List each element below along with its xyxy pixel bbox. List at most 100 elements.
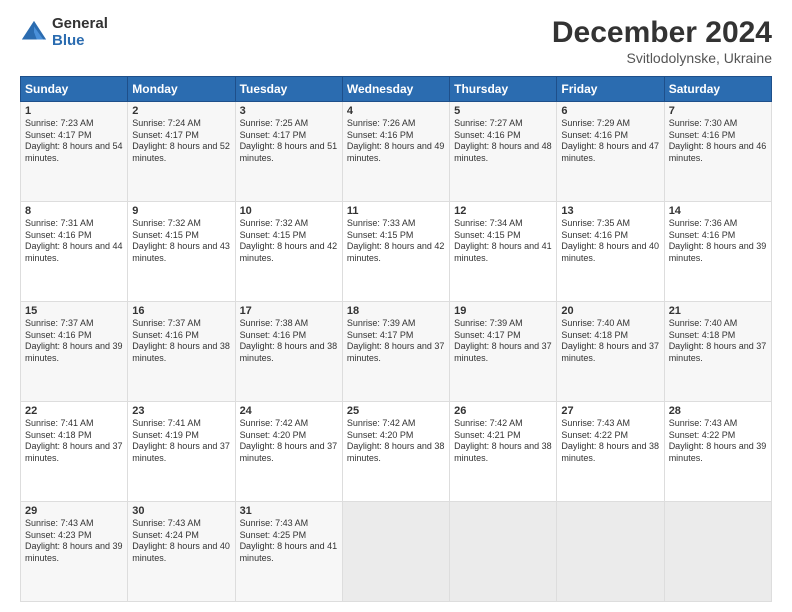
cell-info: Sunrise: 7:25 AMSunset: 4:17 PMDaylight:… [240, 118, 338, 163]
column-header-friday: Friday [557, 77, 664, 102]
day-number: 22 [25, 405, 123, 417]
cell-info: Sunrise: 7:34 AMSunset: 4:15 PMDaylight:… [454, 218, 552, 263]
calendar-cell: 22Sunrise: 7:41 AMSunset: 4:18 PMDayligh… [21, 402, 128, 502]
calendar-cell: 12Sunrise: 7:34 AMSunset: 4:15 PMDayligh… [450, 202, 557, 302]
calendar-cell: 2Sunrise: 7:24 AMSunset: 4:17 PMDaylight… [128, 102, 235, 202]
calendar-cell: 14Sunrise: 7:36 AMSunset: 4:16 PMDayligh… [664, 202, 771, 302]
calendar-cell: 4Sunrise: 7:26 AMSunset: 4:16 PMDaylight… [342, 102, 449, 202]
calendar-cell [450, 502, 557, 602]
calendar-cell: 11Sunrise: 7:33 AMSunset: 4:15 PMDayligh… [342, 202, 449, 302]
cell-info: Sunrise: 7:33 AMSunset: 4:15 PMDaylight:… [347, 218, 445, 263]
calendar-cell: 15Sunrise: 7:37 AMSunset: 4:16 PMDayligh… [21, 302, 128, 402]
calendar-cell: 6Sunrise: 7:29 AMSunset: 4:16 PMDaylight… [557, 102, 664, 202]
calendar-cell: 13Sunrise: 7:35 AMSunset: 4:16 PMDayligh… [557, 202, 664, 302]
day-number: 21 [669, 305, 767, 317]
cell-info: Sunrise: 7:23 AMSunset: 4:17 PMDaylight:… [25, 118, 123, 163]
column-header-sunday: Sunday [21, 77, 128, 102]
cell-info: Sunrise: 7:36 AMSunset: 4:16 PMDaylight:… [669, 218, 767, 263]
calendar-cell: 10Sunrise: 7:32 AMSunset: 4:15 PMDayligh… [235, 202, 342, 302]
cell-info: Sunrise: 7:42 AMSunset: 4:20 PMDaylight:… [240, 418, 338, 463]
day-number: 8 [25, 205, 123, 217]
logo-general-label: General [52, 16, 108, 33]
calendar-cell [557, 502, 664, 602]
calendar-cell [664, 502, 771, 602]
location-subtitle: Svitlodolynske, Ukraine [552, 50, 772, 66]
calendar-cell: 8Sunrise: 7:31 AMSunset: 4:16 PMDaylight… [21, 202, 128, 302]
calendar-cell: 30Sunrise: 7:43 AMSunset: 4:24 PMDayligh… [128, 502, 235, 602]
day-number: 25 [347, 405, 445, 417]
day-number: 19 [454, 305, 552, 317]
cell-info: Sunrise: 7:41 AMSunset: 4:18 PMDaylight:… [25, 418, 123, 463]
calendar-cell: 31Sunrise: 7:43 AMSunset: 4:25 PMDayligh… [235, 502, 342, 602]
calendar-week-5: 29Sunrise: 7:43 AMSunset: 4:23 PMDayligh… [21, 502, 772, 602]
cell-info: Sunrise: 7:27 AMSunset: 4:16 PMDaylight:… [454, 118, 552, 163]
cell-info: Sunrise: 7:43 AMSunset: 4:25 PMDaylight:… [240, 518, 338, 563]
day-number: 29 [25, 505, 123, 517]
cell-info: Sunrise: 7:32 AMSunset: 4:15 PMDaylight:… [132, 218, 230, 263]
calendar-cell: 7Sunrise: 7:30 AMSunset: 4:16 PMDaylight… [664, 102, 771, 202]
calendar-cell: 24Sunrise: 7:42 AMSunset: 4:20 PMDayligh… [235, 402, 342, 502]
day-number: 11 [347, 205, 445, 217]
day-number: 26 [454, 405, 552, 417]
calendar-week-1: 1Sunrise: 7:23 AMSunset: 4:17 PMDaylight… [21, 102, 772, 202]
calendar-cell: 29Sunrise: 7:43 AMSunset: 4:23 PMDayligh… [21, 502, 128, 602]
logo: General Blue [20, 16, 108, 49]
calendar-cell: 3Sunrise: 7:25 AMSunset: 4:17 PMDaylight… [235, 102, 342, 202]
cell-info: Sunrise: 7:30 AMSunset: 4:16 PMDaylight:… [669, 118, 767, 163]
logo-text: General Blue [52, 16, 108, 49]
cell-info: Sunrise: 7:42 AMSunset: 4:20 PMDaylight:… [347, 418, 445, 463]
cell-info: Sunrise: 7:37 AMSunset: 4:16 PMDaylight:… [132, 318, 230, 363]
day-number: 16 [132, 305, 230, 317]
cell-info: Sunrise: 7:43 AMSunset: 4:22 PMDaylight:… [561, 418, 659, 463]
calendar-cell: 21Sunrise: 7:40 AMSunset: 4:18 PMDayligh… [664, 302, 771, 402]
column-header-monday: Monday [128, 77, 235, 102]
cell-info: Sunrise: 7:39 AMSunset: 4:17 PMDaylight:… [347, 318, 445, 363]
calendar-cell: 5Sunrise: 7:27 AMSunset: 4:16 PMDaylight… [450, 102, 557, 202]
calendar-cell: 9Sunrise: 7:32 AMSunset: 4:15 PMDaylight… [128, 202, 235, 302]
calendar-week-2: 8Sunrise: 7:31 AMSunset: 4:16 PMDaylight… [21, 202, 772, 302]
column-header-thursday: Thursday [450, 77, 557, 102]
calendar-cell: 17Sunrise: 7:38 AMSunset: 4:16 PMDayligh… [235, 302, 342, 402]
calendar-cell: 23Sunrise: 7:41 AMSunset: 4:19 PMDayligh… [128, 402, 235, 502]
calendar-week-3: 15Sunrise: 7:37 AMSunset: 4:16 PMDayligh… [21, 302, 772, 402]
calendar-table: SundayMondayTuesdayWednesdayThursdayFrid… [20, 76, 772, 602]
day-number: 1 [25, 105, 123, 117]
column-header-wednesday: Wednesday [342, 77, 449, 102]
day-number: 24 [240, 405, 338, 417]
calendar-cell [342, 502, 449, 602]
logo-blue-label: Blue [52, 33, 108, 50]
calendar-cell: 27Sunrise: 7:43 AMSunset: 4:22 PMDayligh… [557, 402, 664, 502]
day-number: 15 [25, 305, 123, 317]
day-number: 20 [561, 305, 659, 317]
calendar-cell: 1Sunrise: 7:23 AMSunset: 4:17 PMDaylight… [21, 102, 128, 202]
cell-info: Sunrise: 7:43 AMSunset: 4:24 PMDaylight:… [132, 518, 230, 563]
cell-info: Sunrise: 7:39 AMSunset: 4:17 PMDaylight:… [454, 318, 552, 363]
cell-info: Sunrise: 7:26 AMSunset: 4:16 PMDaylight:… [347, 118, 445, 163]
calendar-cell: 19Sunrise: 7:39 AMSunset: 4:17 PMDayligh… [450, 302, 557, 402]
title-block: December 2024 Svitlodolynske, Ukraine [552, 16, 772, 66]
cell-info: Sunrise: 7:32 AMSunset: 4:15 PMDaylight:… [240, 218, 338, 263]
day-number: 13 [561, 205, 659, 217]
column-header-tuesday: Tuesday [235, 77, 342, 102]
day-number: 30 [132, 505, 230, 517]
cell-info: Sunrise: 7:29 AMSunset: 4:16 PMDaylight:… [561, 118, 659, 163]
calendar-cell: 20Sunrise: 7:40 AMSunset: 4:18 PMDayligh… [557, 302, 664, 402]
day-number: 27 [561, 405, 659, 417]
calendar-cell: 26Sunrise: 7:42 AMSunset: 4:21 PMDayligh… [450, 402, 557, 502]
day-number: 3 [240, 105, 338, 117]
day-number: 18 [347, 305, 445, 317]
cell-info: Sunrise: 7:41 AMSunset: 4:19 PMDaylight:… [132, 418, 230, 463]
cell-info: Sunrise: 7:37 AMSunset: 4:16 PMDaylight:… [25, 318, 123, 363]
header: General Blue December 2024 Svitlodolynsk… [20, 16, 772, 66]
cell-info: Sunrise: 7:24 AMSunset: 4:17 PMDaylight:… [132, 118, 230, 163]
day-number: 14 [669, 205, 767, 217]
day-number: 7 [669, 105, 767, 117]
calendar-cell: 28Sunrise: 7:43 AMSunset: 4:22 PMDayligh… [664, 402, 771, 502]
cell-info: Sunrise: 7:40 AMSunset: 4:18 PMDaylight:… [669, 318, 767, 363]
month-title: December 2024 [552, 16, 772, 50]
column-header-saturday: Saturday [664, 77, 771, 102]
day-number: 6 [561, 105, 659, 117]
day-number: 17 [240, 305, 338, 317]
cell-info: Sunrise: 7:40 AMSunset: 4:18 PMDaylight:… [561, 318, 659, 363]
day-number: 2 [132, 105, 230, 117]
